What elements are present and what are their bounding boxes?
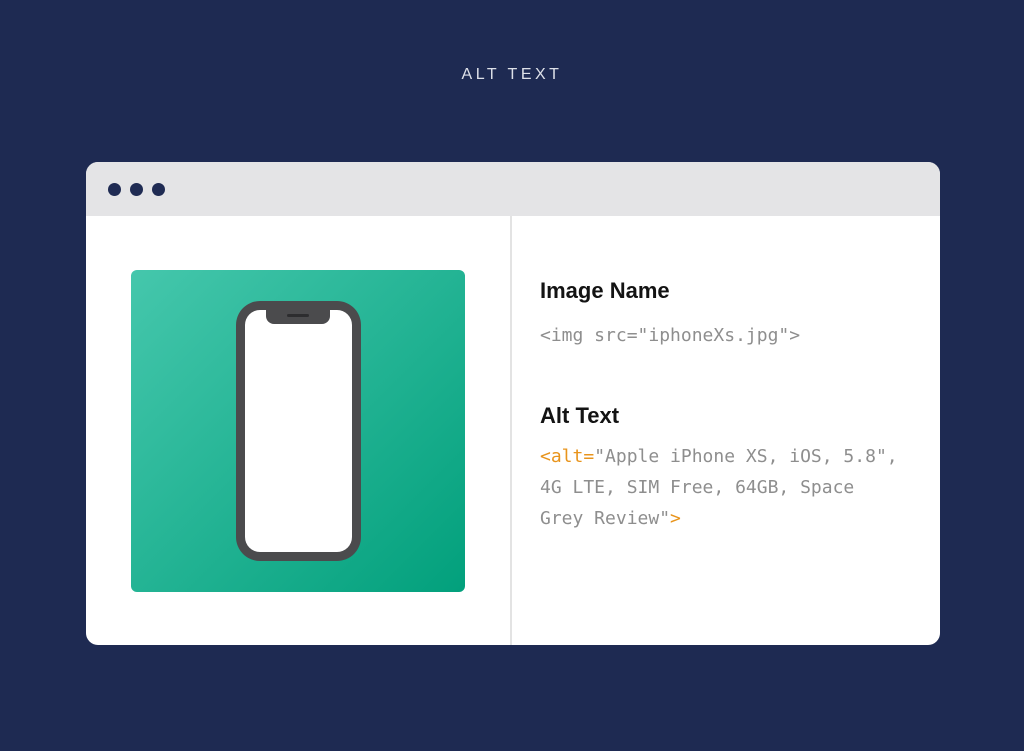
window-content: Image Name <img src="iphoneXs.jpg"> Alt … bbox=[86, 216, 940, 645]
iphone-speaker bbox=[287, 314, 309, 317]
alt-text-code: <alt="Apple iPhone XS, iOS, 5.8", 4G LTE… bbox=[540, 441, 902, 534]
image-src-code: <img src="iphoneXs.jpg"> bbox=[540, 320, 940, 351]
window-control-dot-1 bbox=[108, 183, 121, 196]
browser-titlebar bbox=[86, 162, 940, 216]
page-background: { "page": { "title": "ALT TEXT", "backgr… bbox=[0, 0, 1024, 751]
details-panel: Image Name <img src="iphoneXs.jpg"> Alt … bbox=[512, 216, 940, 645]
alt-close-tag: > bbox=[670, 508, 681, 529]
iphone-screen bbox=[245, 310, 352, 552]
browser-window: Image Name <img src="iphoneXs.jpg"> Alt … bbox=[86, 162, 940, 645]
product-image-tile bbox=[131, 270, 465, 592]
alt-value-text: "Apple iPhone XS, iOS, 5.8", 4G LTE, SIM… bbox=[540, 446, 898, 529]
iphone-illustration bbox=[236, 301, 361, 561]
iphone-notch bbox=[266, 310, 330, 324]
alt-text-heading: Alt Text bbox=[540, 403, 940, 429]
window-control-dot-3 bbox=[152, 183, 165, 196]
image-name-heading: Image Name bbox=[540, 278, 940, 304]
image-panel bbox=[86, 216, 510, 645]
window-control-dot-2 bbox=[130, 183, 143, 196]
alt-open-tag: <alt= bbox=[540, 446, 594, 467]
page-title: ALT TEXT bbox=[0, 66, 1024, 84]
